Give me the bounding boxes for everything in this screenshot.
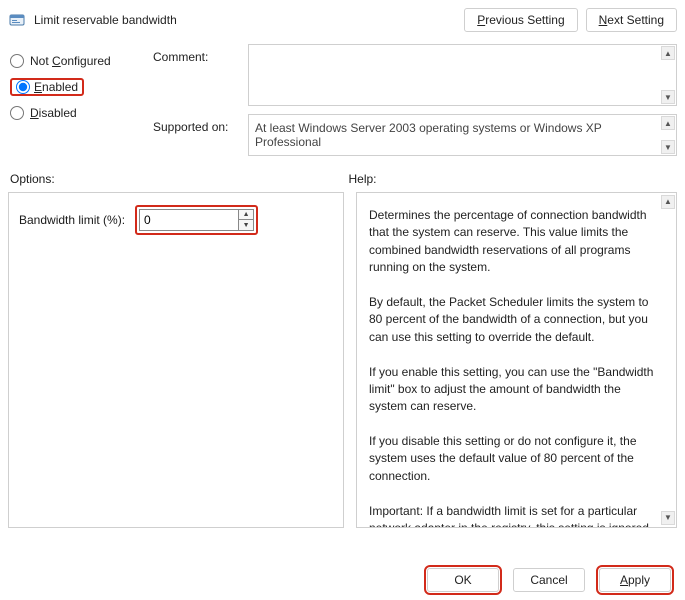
radio-enabled-label: Enabled — [34, 80, 78, 94]
help-title: Help: — [343, 172, 678, 186]
cancel-button[interactable]: Cancel — [513, 568, 585, 592]
help-paragraph: Determines the percentage of connection … — [369, 207, 656, 277]
ok-button[interactable]: OK — [427, 568, 499, 592]
radio-enabled[interactable]: Enabled — [8, 74, 153, 100]
supported-on-text: At least Windows Server 2003 operating s… — [255, 121, 602, 149]
previous-setting-button[interactable]: Previous Setting — [464, 8, 577, 32]
section-titles: Options: Help: — [0, 164, 685, 192]
comment-textarea[interactable]: ▲ ▼ — [248, 44, 677, 106]
help-panel: Determines the percentage of connection … — [356, 192, 677, 528]
radio-not-configured-input[interactable] — [10, 54, 24, 68]
scroll-up-icon[interactable]: ▲ — [661, 195, 675, 209]
radio-disabled[interactable]: Disabled — [8, 100, 153, 126]
supported-on-textarea: At least Windows Server 2003 operating s… — [248, 114, 677, 156]
fields-column: Comment: ▲ ▼ Supported on: At least Wind… — [153, 44, 677, 164]
help-paragraph: If you enable this setting, you can use … — [369, 364, 656, 416]
scroll-down-icon[interactable]: ▼ — [661, 511, 675, 525]
options-panel: Bandwidth limit (%): ▲ ▼ — [8, 192, 344, 528]
scroll-down-icon[interactable]: ▼ — [661, 140, 675, 154]
help-paragraph: By default, the Packet Scheduler limits … — [369, 294, 656, 346]
dialog-footer: OK Cancel Apply — [427, 568, 671, 592]
bandwidth-limit-spinner[interactable]: ▲ ▼ — [139, 209, 254, 231]
top-section: Not Configured Enabled Disabled Comment:… — [0, 36, 685, 164]
radio-not-configured-label: Not Configured — [30, 54, 111, 68]
spinner-up-icon[interactable]: ▲ — [239, 210, 253, 220]
scroll-up-icon[interactable]: ▲ — [661, 46, 675, 60]
scroll-down-icon[interactable]: ▼ — [661, 90, 675, 104]
policy-icon — [8, 11, 26, 29]
radio-disabled-input[interactable] — [10, 106, 24, 120]
next-setting-button[interactable]: Next Setting — [586, 8, 677, 32]
help-paragraph: Important: If a bandwidth limit is set f… — [369, 503, 656, 528]
comment-label: Comment: — [153, 44, 248, 64]
apply-button[interactable]: Apply — [599, 568, 671, 592]
help-paragraph: If you disable this setting or do not co… — [369, 433, 656, 485]
radio-disabled-label: Disabled — [30, 106, 77, 120]
dialog-title: Limit reservable bandwidth — [34, 13, 177, 27]
options-title: Options: — [8, 172, 343, 186]
policy-dialog: Limit reservable bandwidth Previous Sett… — [0, 0, 685, 600]
dialog-header: Limit reservable bandwidth Previous Sett… — [0, 0, 685, 36]
spinner-down-icon[interactable]: ▼ — [239, 220, 253, 230]
bandwidth-limit-input[interactable] — [139, 209, 239, 231]
radio-not-configured[interactable]: Not Configured — [8, 48, 153, 74]
scroll-up-icon[interactable]: ▲ — [661, 116, 675, 130]
panels-row: Bandwidth limit (%): ▲ ▼ Determines the … — [0, 192, 685, 528]
state-radio-group: Not Configured Enabled Disabled — [8, 44, 153, 164]
bandwidth-limit-row: Bandwidth limit (%): ▲ ▼ — [19, 205, 333, 235]
radio-enabled-input[interactable] — [16, 80, 30, 94]
supported-label: Supported on: — [153, 114, 248, 134]
bandwidth-limit-label: Bandwidth limit (%): — [19, 213, 125, 227]
